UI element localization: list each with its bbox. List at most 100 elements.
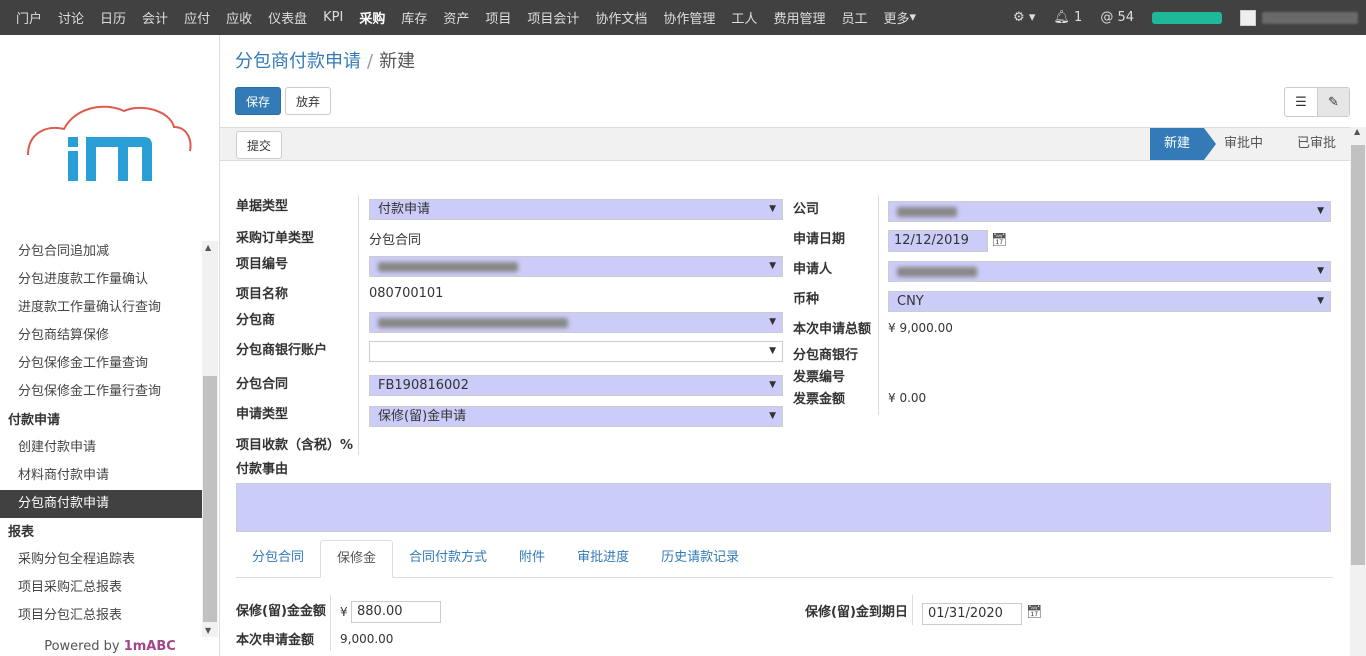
apply-type-label: 申请类型 (236, 407, 289, 422)
sidebar-section-heading: 报表 (8, 525, 35, 540)
top-menu-item[interactable]: 员工 (841, 8, 867, 27)
top-menu-item[interactable]: 采购 (359, 8, 385, 27)
top-menu-item[interactable]: 应付 (184, 8, 210, 27)
sidebar-item[interactable]: 创建付款申请 (0, 434, 202, 462)
invoice-amount-label: 发票金额 (793, 392, 846, 407)
stage-0[interactable]: 新建 (1149, 128, 1216, 160)
tab-1[interactable]: 保修金 (320, 540, 394, 578)
stage-pipeline: 新建 审批中 已审批 (1149, 128, 1350, 160)
sidebar-item[interactable]: 项目分包汇总报表 (0, 602, 202, 630)
top-menu-item[interactable]: 讨论 (58, 8, 84, 27)
apply-type-select[interactable]: 保修(留)金申请 ▼ (369, 406, 783, 427)
settings-menu[interactable]: ⚙ ▾ (1013, 10, 1035, 25)
sidebar-item[interactable]: 材料商付款申请 (0, 462, 202, 490)
top-menu-item[interactable]: 会计 (142, 8, 168, 27)
stage-1[interactable]: 审批中 (1204, 128, 1277, 160)
top-menu-item[interactable]: 协作管理 (663, 8, 715, 27)
scroll-thumb[interactable] (203, 376, 217, 622)
sidebar-item[interactable]: 项目采购汇总报表 (0, 574, 202, 602)
scroll-down-icon[interactable]: ▼ (205, 626, 211, 635)
sidebar-scrollbar[interactable]: ▲ ▼ (202, 241, 218, 637)
top-menu-item[interactable]: KPI (323, 10, 343, 25)
calendar-icon[interactable]: 📅︎ (1026, 605, 1043, 620)
main-scrollbar[interactable]: ▲ (1350, 127, 1366, 656)
currency-select[interactable]: CNY ▼ (888, 291, 1331, 312)
invoice-amount-value: ¥ 0.00 (888, 391, 927, 405)
form-view-icon[interactable]: ✎ (1317, 88, 1349, 116)
discard-button[interactable]: 放弃 (285, 87, 331, 115)
sidebar-item[interactable]: 分包商结算保修 (0, 322, 202, 350)
sidebar-item[interactable]: 分包保修金工作量查询 (0, 350, 202, 378)
top-menu-item[interactable]: 库存 (401, 8, 427, 27)
sidebar-item[interactable]: 分包保修金工作量行查询 (0, 378, 202, 406)
dropdown-arrow-icon: ▼ (769, 411, 776, 421)
doc-type-select[interactable]: 付款申请 ▼ (369, 199, 783, 220)
mentions[interactable]: @ 54 (1100, 10, 1134, 25)
project-no-select[interactable]: ▼ (369, 256, 783, 277)
dropdown-arrow-icon: ▼ (769, 346, 776, 356)
contract-label: 分包合同 (236, 377, 289, 392)
sidebar-item[interactable]: 分包进度款工作量确认 (0, 266, 202, 294)
total-amount-value: ¥ 9,000.00 (888, 321, 953, 335)
payment-reason-textarea[interactable] (236, 483, 1331, 532)
doc-type-label: 单据类型 (236, 199, 289, 214)
bell-count: 1 (1074, 10, 1083, 25)
calendar-icon[interactable]: 📅︎ (991, 233, 1008, 248)
top-menu-item[interactable]: 项目会计 (527, 8, 579, 27)
current-apply-label: 本次申请金额 (236, 633, 315, 648)
company-logo (27, 105, 192, 181)
top-menu-item[interactable]: 门户 (16, 8, 42, 27)
warranty-due-input[interactable]: 01/31/2020 (922, 603, 1022, 625)
top-menu-item[interactable]: 更多 (883, 8, 909, 27)
company-select[interactable]: ▼ (888, 201, 1331, 222)
avatar[interactable] (1240, 9, 1256, 26)
current-apply-value: 9,000.00 (340, 632, 394, 646)
submit-button[interactable]: 提交 (236, 131, 282, 159)
scroll-up-icon[interactable]: ▲ (1354, 127, 1360, 136)
company-label: 公司 (793, 202, 820, 217)
bank-account-label: 分包商银行账户 (236, 343, 328, 358)
sidebar-item[interactable]: 进度款工作量确认行查询 (0, 294, 202, 322)
stage-2[interactable]: 已审批 (1277, 128, 1350, 160)
dropdown-arrow-icon: ▼ (1317, 266, 1324, 276)
apply-date-input[interactable]: 12/12/2019 (888, 230, 988, 252)
tab-2[interactable]: 合同付款方式 (393, 540, 503, 578)
subcontractor-select[interactable]: ▼ (369, 312, 783, 333)
top-menu-item[interactable]: 应收 (226, 8, 252, 27)
top-menu-item[interactable]: 资产 (443, 8, 469, 27)
applicant-label: 申请人 (793, 262, 833, 277)
view-switcher: ☰ ✎ (1284, 87, 1350, 117)
breadcrumb: 分包商付款申请 / 新建 (235, 47, 415, 73)
breadcrumb-parent[interactable]: 分包商付款申请 (235, 51, 361, 72)
warranty-amount-input[interactable]: 880.00 (351, 601, 441, 623)
scroll-thumb[interactable] (1351, 145, 1365, 565)
list-view-icon[interactable]: ☰ (1285, 88, 1317, 116)
main-content: 分包商付款申请 / 新建 保存 放弃 ☰ ✎ 提交 新建 审批中 已审批 ▲ 单据类型 … (220, 35, 1366, 656)
top-menu-item[interactable]: 协作文档 (595, 8, 647, 27)
notifications[interactable]: 🔔︎ 1 (1053, 10, 1082, 25)
sidebar-section-heading: 付款申请 (8, 413, 61, 428)
top-menu-item[interactable]: 日历 (100, 8, 126, 27)
blurred-value (378, 317, 568, 328)
tab-3[interactable]: 附件 (503, 540, 561, 578)
top-menu-item[interactable]: 费用管理 (773, 8, 825, 27)
sidebar-item[interactable]: 分包商付款申请 (0, 490, 202, 518)
save-button[interactable]: 保存 (235, 87, 281, 115)
tab-5[interactable]: 历史请款记录 (645, 540, 755, 578)
top-menu-item[interactable]: 项目 (485, 8, 511, 27)
contract-select[interactable]: FB190816002 ▼ (369, 375, 783, 396)
user-name[interactable] (1262, 11, 1358, 24)
top-menu-item[interactable]: 工人 (731, 8, 757, 27)
scroll-up-icon[interactable]: ▲ (205, 243, 211, 252)
tab-4[interactable]: 审批进度 (561, 540, 645, 578)
applicant-select[interactable]: ▼ (888, 261, 1331, 282)
sidebar-item[interactable]: 采购分包全程追踪表 (0, 546, 202, 574)
field-divider (358, 195, 359, 455)
dropdown-arrow-icon: ▼ (769, 204, 776, 214)
top-menu-item[interactable]: 仪表盘 (268, 8, 307, 27)
at-count: 54 (1117, 10, 1134, 25)
tab-0[interactable]: 分包合同 (236, 540, 320, 578)
sidebar-item[interactable]: 分包合同追加减 (0, 238, 202, 266)
bank-account-select[interactable]: ▼ (369, 341, 783, 362)
powered-brand[interactable]: 1mABC (124, 639, 176, 654)
